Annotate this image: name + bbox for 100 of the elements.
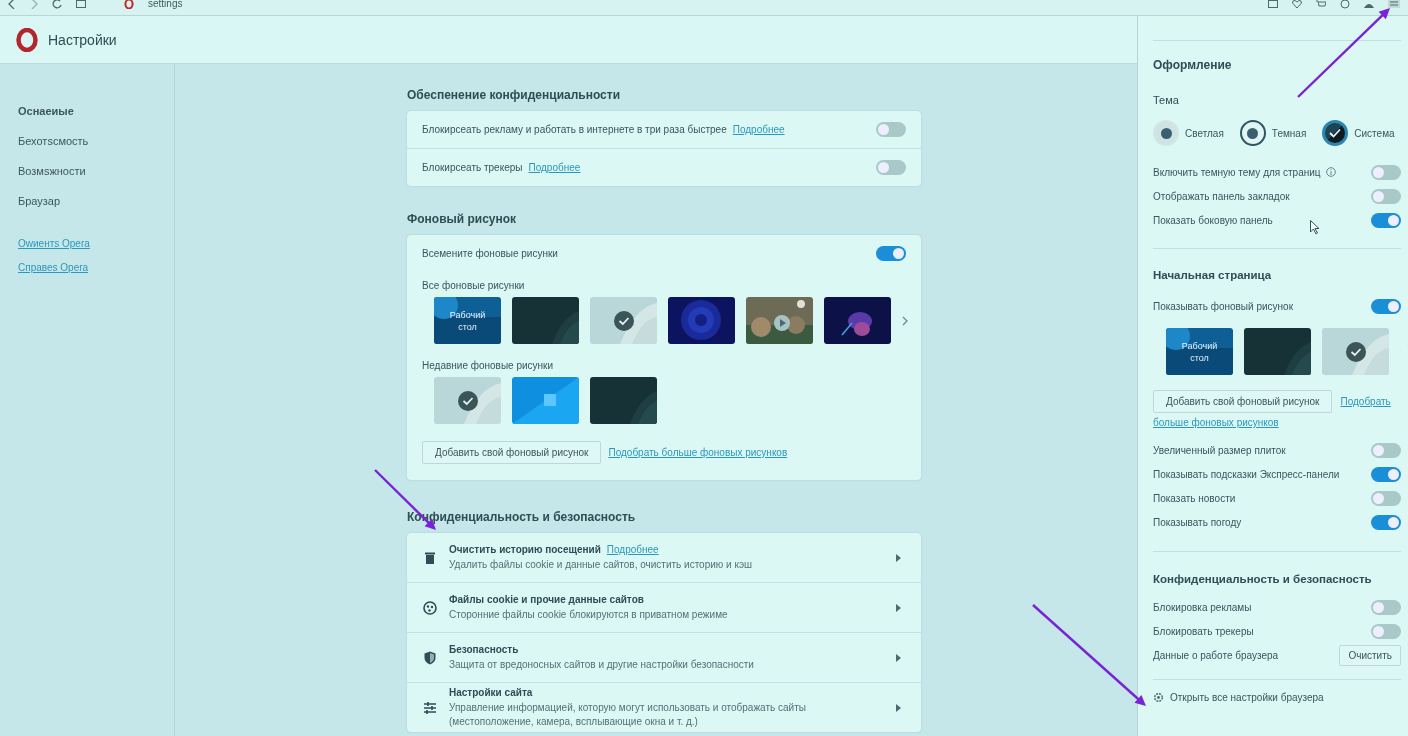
wallpaper-thumbnail[interactable] (1244, 328, 1311, 375)
row-title: Настройки сайта (449, 686, 533, 698)
thumbnail-label: Рабочий стол (448, 309, 487, 333)
settings-icon (1153, 691, 1164, 703)
forward-icon[interactable] (30, 0, 38, 9)
row-description: Сторонние файлы cookie блокируются в приватном режиме (449, 607, 729, 622)
setting-label: Блокирсеать рекламу и работать в интернете в три раза быстрее (422, 124, 727, 135)
wallpaper-thumbnail[interactable]: Рабочий стол (1166, 328, 1233, 375)
menu-icon[interactable] (1388, 0, 1400, 8)
add-wallpaper-button[interactable]: Добавить свой фоновый рисунок (1153, 390, 1333, 413)
heart-icon[interactable] (1292, 0, 1302, 8)
theme-option[interactable] (1322, 120, 1349, 146)
chevron-right-icon (896, 703, 901, 712)
setting-label: Показывать подсказки Экспресс-панели (1153, 468, 1340, 480)
setting-label: Блокировка рекламы (1153, 601, 1252, 613)
setting-label: Отображать панель закладок (1153, 190, 1290, 202)
section-title: Фоновый рисунок (407, 212, 518, 226)
panel-heading: Начальная страница (1153, 269, 1273, 281)
radio-dot (1247, 127, 1259, 139)
row-title: Очистить историю посещений (449, 543, 601, 555)
cart-icon[interactable] (1316, 0, 1326, 8)
toggle-switch[interactable] (1371, 212, 1401, 228)
settings-row[interactable]: Очистить историю посещений Подробнее Удалить файлы cookie и данные сайтов, очистить историю и кэш (407, 533, 921, 582)
check-icon (458, 391, 478, 411)
setting-label: Показать новости (1153, 492, 1236, 504)
reload-icon[interactable] (52, 0, 62, 9)
toggle-switch[interactable] (1371, 623, 1401, 639)
row-description: Управление информацией, которую могут использовать и отображать сайты (местоположение, камера, всплывающие окна и т. д.) (449, 700, 807, 729)
panel-heading: Конфиденциальность и безопасность (1153, 573, 1373, 585)
group-label: Все фоновые рисунки (421, 279, 526, 293)
chevron-right-icon (896, 653, 901, 662)
settings-row[interactable]: Настройки сайта Управление информацией, которую могут использовать и отображать сайты (местоположение, камера, всплывающие окна и т. д.) (407, 682, 921, 732)
back-icon[interactable] (8, 0, 16, 9)
thumbnail-label: Рабочий стол (1180, 340, 1219, 364)
radio-dot (1160, 127, 1172, 139)
opera-logo-icon (16, 27, 38, 52)
wallpaper-thumbnail[interactable] (434, 377, 501, 424)
toggle-switch[interactable] (1371, 164, 1401, 180)
wallpaper-thumbnail[interactable]: Рабочий стол (434, 297, 501, 344)
wallpaper-thumbnail[interactable] (824, 297, 891, 344)
cookie-icon (423, 600, 437, 615)
theme-label: Тема (1153, 94, 1180, 106)
check-icon (1329, 128, 1342, 138)
sidebar-item[interactable]: Браузар (18, 192, 61, 222)
toggle-switch[interactable] (1371, 442, 1401, 458)
setting-label: Блокирсеать трекеры (422, 162, 523, 173)
settings-row[interactable]: Файлы cookie и прочие данные сайтов Сторонние файлы cookie блокируются в приватном режиме (407, 582, 921, 632)
setting-label: Увеличенный размер плиток (1153, 444, 1286, 456)
toggle-switch[interactable] (1371, 298, 1401, 314)
check-icon (1346, 342, 1366, 362)
chevron-right-icon[interactable] (902, 315, 908, 326)
toggle-switch[interactable] (876, 246, 906, 261)
chevron-right-icon (896, 553, 901, 562)
cursor-icon (1310, 220, 1320, 235)
sidebar-item[interactable]: Возмsжности (18, 162, 86, 192)
theme-option[interactable] (1239, 120, 1266, 146)
wallpaper-thumbnail[interactable] (512, 377, 579, 424)
toggle-switch[interactable] (876, 122, 906, 137)
shield-icon (424, 650, 436, 665)
row-title: Файлы cookie и прочие данные сайтов (449, 593, 644, 605)
setting-label: Блокировать трекеры (1153, 625, 1254, 637)
toggle-switch[interactable] (1371, 490, 1401, 506)
section-title: Обеспенение конфиденциальности (407, 88, 622, 102)
toggle-switch[interactable] (1371, 599, 1401, 615)
toggle-switch[interactable] (1371, 188, 1401, 204)
sidebar-item[interactable]: Оснаеиые (18, 102, 74, 132)
wallpaper-thumbnail[interactable] (1322, 328, 1389, 375)
setting-label: Показывать погоду (1153, 516, 1242, 528)
info-icon (1325, 167, 1336, 177)
add-wallpaper-button[interactable]: Добавить свой фоновый рисунок (422, 441, 602, 464)
wallpaper-thumbnail[interactable] (590, 297, 657, 344)
wallpaper-thumbnail[interactable] (590, 377, 657, 424)
toggle-switch[interactable] (876, 160, 906, 175)
row-description: Защита от вредоносных сайтов и другие настройки безопасности (449, 657, 755, 672)
opera-logo-icon (124, 0, 134, 9)
wallpaper-thumbnail[interactable] (512, 297, 579, 344)
chevron-right-icon (896, 603, 901, 612)
toggle-switch[interactable] (1371, 466, 1401, 482)
theme-name: Темная (1271, 127, 1307, 139)
panel-heading: Оформление (1153, 58, 1233, 72)
all-settings-link[interactable]: Открыть все настройки браузера (1170, 691, 1324, 703)
settings-row[interactable]: Безопасность Защита от вредоносных сайтов и другие настройки безопасности (407, 632, 921, 682)
sliders-icon (424, 701, 436, 714)
clear-button[interactable]: Очистить (1339, 644, 1401, 666)
setting-label: Данные о работе браузера (1153, 649, 1279, 661)
clock-icon[interactable] (1340, 0, 1350, 9)
theme-name: Светлая (1185, 127, 1224, 139)
toggle-switch[interactable] (1371, 514, 1401, 530)
reader-icon[interactable] (1268, 0, 1278, 8)
row-description: Удалить файлы cookie и данные сайтов, очистить историю и кэш (449, 557, 754, 572)
wallpaper-thumbnail[interactable] (746, 297, 813, 344)
tabs-icon[interactable] (76, 0, 86, 8)
more-wallpapers-link[interactable]: Подобрать больше фоновых рисунков (608, 447, 788, 458)
sidebar-item[interactable]: Бехотsсмость (18, 132, 89, 162)
trash-icon (425, 551, 435, 564)
setting-label: Всемените фоновые рисунки (422, 248, 558, 259)
check-icon (614, 311, 634, 331)
wallpaper-thumbnail[interactable] (668, 297, 735, 344)
group-label: Недавние фоновые рисунки (421, 359, 555, 373)
setting-label: Показывать фоновый рисунок (1153, 300, 1294, 312)
